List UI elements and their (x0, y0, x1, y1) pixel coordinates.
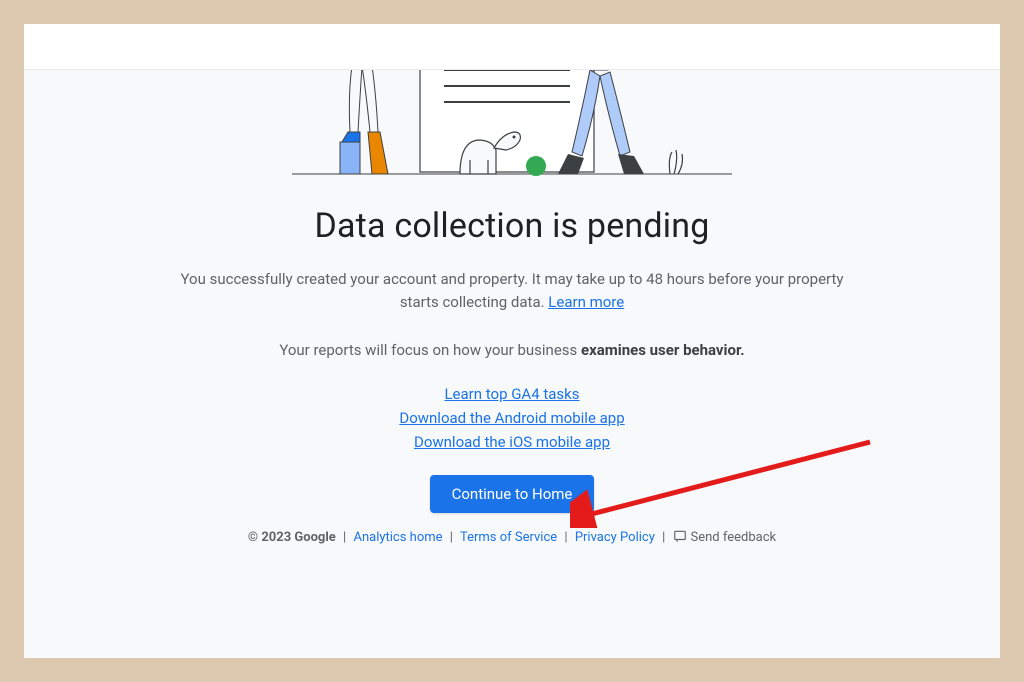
top-bar (24, 24, 1000, 70)
send-feedback-link[interactable]: Send feedback (691, 530, 777, 545)
copyright-text: © 2023 Google (248, 530, 336, 545)
learn-more-link[interactable]: Learn more (548, 293, 624, 311)
ios-app-link[interactable]: Download the iOS mobile app (414, 433, 610, 451)
description-text: You successfully created your account an… (172, 268, 852, 315)
helper-links: Learn top GA4 tasks Download the Android… (399, 385, 624, 451)
focus-text: Your reports will focus on how your busi… (279, 341, 744, 359)
app-frame: Data collection is pending You successfu… (24, 24, 1000, 658)
annotation-arrow-icon (570, 438, 880, 528)
feedback-icon (673, 529, 687, 547)
analytics-home-link[interactable]: Analytics home (353, 530, 442, 545)
privacy-link[interactable]: Privacy Policy (575, 530, 655, 545)
terms-link[interactable]: Terms of Service (460, 530, 557, 545)
focus-bold: examines user behavior. (581, 341, 745, 359)
focus-prefix: Your reports will focus on how your busi… (279, 341, 581, 359)
main-content: Data collection is pending You successfu… (24, 70, 1000, 658)
continue-to-home-button[interactable]: Continue to Home (430, 475, 595, 513)
description-body: You successfully created your account an… (181, 270, 844, 311)
page-title: Data collection is pending (314, 206, 709, 246)
android-app-link[interactable]: Download the Android mobile app (399, 409, 624, 427)
footer: © 2023 Google | Analytics home | Terms o… (248, 529, 776, 547)
ga4-tasks-link[interactable]: Learn top GA4 tasks (444, 385, 579, 403)
